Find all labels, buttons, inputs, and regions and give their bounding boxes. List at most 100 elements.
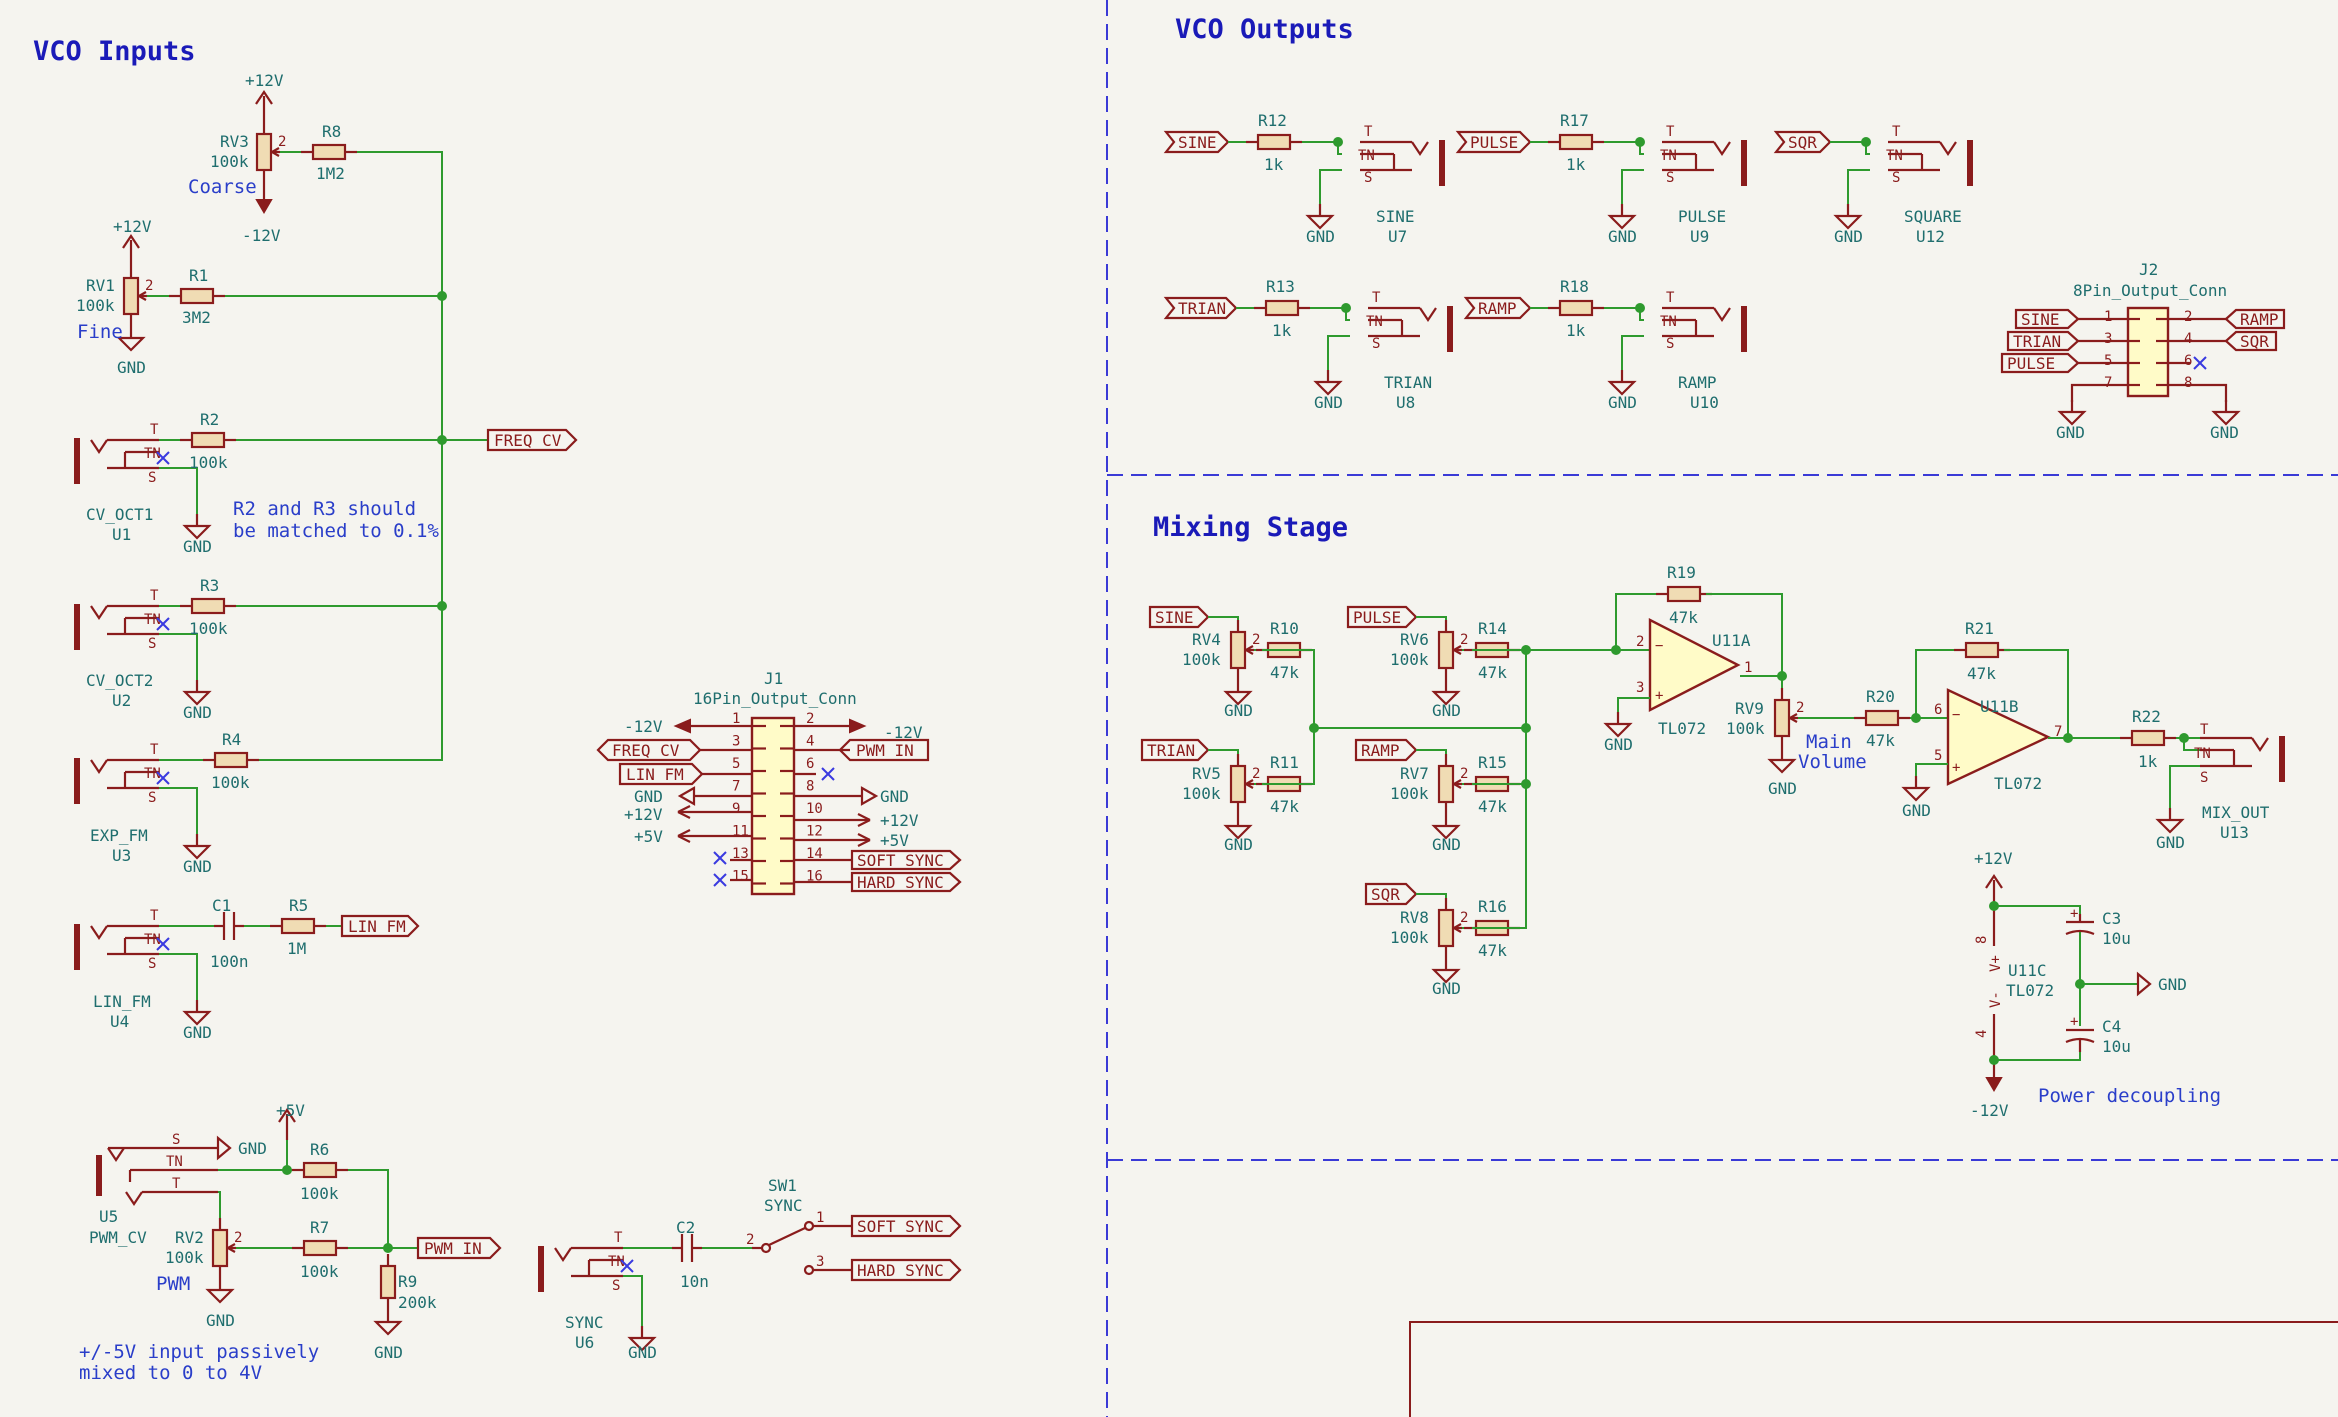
- pin-t: T: [1666, 124, 1675, 140]
- sw1-sync-switch[interactable]: SW1 SYNC 2 1 3: [746, 1176, 852, 1276]
- r9-resistor[interactable]: R9 200k GND: [374, 1252, 437, 1362]
- u11c-power-unit[interactable]: +12V -12V 8 4 V+ V- U11C TL072: [1970, 849, 2054, 1120]
- schematic-sheet: 2 VCO Inputs VCO Outputs Mixing Stage RV…: [33, 0, 2338, 1417]
- j1-pin-number: 12: [806, 824, 823, 840]
- pwm-in-label: PWM_IN: [416, 1236, 502, 1260]
- junction: [1611, 645, 1621, 655]
- r2-resistor[interactable]: R2 100k: [178, 410, 238, 472]
- pin-tn: TN: [1886, 148, 1903, 164]
- jack-cv-oct1[interactable]: T TN S CV_OCT1 U1: [77, 422, 170, 544]
- r14-ref: R14: [1478, 619, 1507, 638]
- output-jack-u10[interactable]: RAMPR181kTTNSGNDRAMPU10: [1463, 277, 1744, 412]
- output-jack-u12[interactable]: SQR T TN S GND SQUAREU12: [1773, 124, 1970, 246]
- svg-text:FREQ_CV: FREQ_CV: [612, 741, 680, 760]
- r22-resistor[interactable]: R22 1k: [2118, 707, 2178, 771]
- mixer-channel-rv6[interactable]: PULSE RV6100k GND R14 47k: [1346, 605, 1522, 720]
- rv6-ref: RV6: [1400, 630, 1429, 649]
- r1-resistor[interactable]: R1 3M2: [167, 266, 227, 327]
- c2-capacitor[interactable]: C2 10n: [672, 1218, 709, 1291]
- r21-value: 47k: [1967, 664, 1996, 683]
- c3-ref: C3: [2102, 909, 2121, 928]
- c4-value: 10u: [2102, 1037, 2131, 1056]
- gnd-label: GND: [1224, 701, 1253, 720]
- c3-capacitor[interactable]: + C3 10u: [2065, 906, 2131, 984]
- rv8-ref: RV8: [1400, 908, 1429, 927]
- r3-resistor[interactable]: R3 100k: [178, 576, 238, 638]
- r5-ref: R5: [289, 896, 308, 915]
- r21-resistor[interactable]: R21 47k: [1952, 619, 2012, 683]
- svg-text:TRIAN: TRIAN: [2013, 332, 2061, 351]
- junction: [282, 1165, 292, 1175]
- r20-resistor[interactable]: R20 47k: [1852, 687, 1912, 750]
- u8-ref: U8: [1396, 393, 1415, 412]
- mixer-channel-rv4[interactable]: SINE RV4100k GND R10 47k: [1148, 605, 1314, 720]
- j2-8pin-connector[interactable]: J2 8Pin_Output_Conn 1 2 3 4 5 6 7 8: [2073, 260, 2227, 398]
- mixer-channel-rv7[interactable]: RAMPRV7100k GND R15 47k: [1354, 738, 1522, 854]
- output-jack-u8[interactable]: TRIANR131kTTNSGNDTRIANU8: [1163, 277, 1450, 412]
- r12-ref: R12: [1258, 111, 1287, 130]
- j1-name: 16Pin_Output_Conn: [693, 689, 857, 708]
- r16-ref: R16: [1478, 897, 1507, 916]
- svg-text:+5V: +5V: [880, 831, 909, 850]
- rv1-value: 100k: [76, 296, 115, 315]
- mixer-channel-rv8[interactable]: SQRRV8100k GND R16 47k: [1364, 882, 1522, 998]
- rv3-coarse-pot[interactable]: RV3 100k Coarse +12V -12V: [188, 71, 288, 245]
- svg-text:3: 3: [816, 1254, 824, 1270]
- section-title-vco-outputs: VCO Outputs: [1175, 14, 1354, 45]
- u12-ref: U12: [1916, 227, 1945, 246]
- u7-ref: U7: [1388, 227, 1407, 246]
- r6-resistor[interactable]: R6 100k: [290, 1140, 350, 1203]
- rv9-main-volume-pot[interactable]: RV9 100k GND Main Volume: [1726, 686, 1867, 798]
- sw1-name: SYNC: [764, 1196, 803, 1215]
- u5-ref: U5: [99, 1207, 118, 1226]
- j1-pin-number: 5: [732, 756, 740, 772]
- svg-text:HARD_SYNC: HARD_SYNC: [857, 1261, 944, 1280]
- net-label: PULSE: [1470, 133, 1518, 152]
- output-jack-u7[interactable]: SINER121kTTNSGNDSINEU7: [1163, 111, 1442, 246]
- c4-capacitor[interactable]: + C4 10u: [2065, 984, 2131, 1056]
- net-label: RAMP: [1478, 299, 1517, 318]
- u1-ref: U1: [112, 525, 131, 544]
- r4-resistor[interactable]: R4 100k: [201, 730, 261, 792]
- mixer-channel-rv5[interactable]: TRIAN RV5100k GND R11 47k: [1140, 738, 1314, 854]
- wire: [1994, 1052, 2081, 1061]
- svg-text:+: +: [1655, 688, 1663, 704]
- r19-resistor[interactable]: R19 47k: [1654, 563, 1714, 627]
- jack-lin-fm[interactable]: T TN S LIN_FM U4: [77, 908, 170, 1031]
- gnd-label: GND: [183, 703, 212, 722]
- gnd-label: GND: [1604, 735, 1633, 754]
- gnd-label: GND: [238, 1139, 267, 1158]
- r5-value: 1M: [287, 939, 306, 958]
- r15-ref: R15: [1478, 753, 1507, 772]
- gnd-label: GND: [183, 537, 212, 556]
- rv1-fine-pot[interactable]: RV1 100k Fine +12V GND: [76, 217, 155, 377]
- jack-exp-fm[interactable]: T TN S EXP_FM U3: [77, 742, 170, 865]
- gnd-label: GND: [1306, 227, 1335, 246]
- r2-value: 100k: [189, 453, 228, 472]
- r7-resistor[interactable]: R7 100k: [290, 1218, 350, 1281]
- r2-ref: R2: [200, 410, 219, 429]
- u11b-opamp[interactable]: − + 6 5 7 U11B TL072: [1934, 688, 2062, 793]
- jack-sync[interactable]: T TN S SYNC U6: [541, 1230, 634, 1352]
- r5-resistor[interactable]: R5 1M: [268, 896, 328, 958]
- jack-mix-out[interactable]: T TN S MIX_OUT U13: [2194, 722, 2282, 842]
- vminus: V-: [1988, 991, 2004, 1008]
- gnd-label: GND: [206, 1311, 235, 1330]
- pin-t: T: [150, 908, 159, 924]
- rv7-value: 100k: [1390, 784, 1429, 803]
- c1-capacitor[interactable]: C1 100n: [210, 896, 249, 971]
- jack-cv-oct2[interactable]: T TN S CV_OCT2 U2: [77, 588, 170, 710]
- rv8-value: 100k: [1390, 928, 1429, 947]
- u8-name: TRIAN: [1384, 373, 1432, 392]
- c4-ref: C4: [2102, 1017, 2121, 1036]
- wire: [1915, 763, 1948, 776]
- r8-resistor[interactable]: R8 1M2: [299, 122, 359, 183]
- u5-name: PWM_CV: [89, 1228, 147, 1247]
- p12v-label: +12V: [1974, 849, 2013, 868]
- j2-pin-number: 4: [2184, 331, 2192, 347]
- r8-ref: R8: [322, 122, 341, 141]
- rv2-pwm-pot[interactable]: RV2 100k PWM GND: [156, 1216, 244, 1330]
- u4-name: LIN_FM: [93, 992, 151, 1011]
- output-jack-u9[interactable]: PULSER171kTTNSGNDPULSEU9: [1455, 111, 1744, 246]
- r16-value: 47k: [1478, 941, 1507, 960]
